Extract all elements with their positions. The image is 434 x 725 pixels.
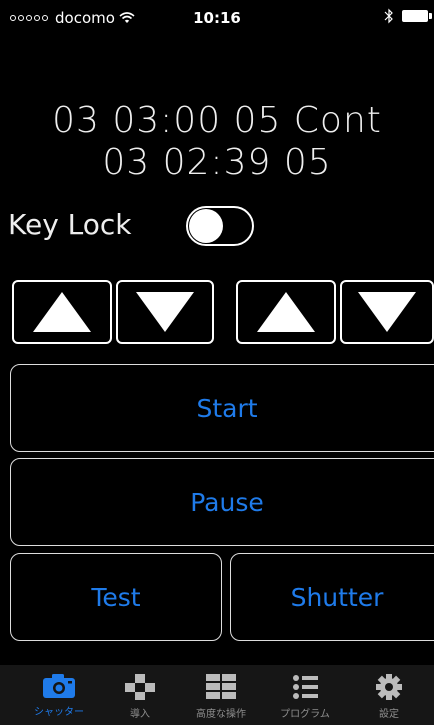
tab-label: シャッター (34, 707, 84, 718)
key-lock-label: Key Lock (8, 208, 132, 241)
shutter-button[interactable]: Shutter (230, 553, 434, 641)
arrow-down-button-2[interactable] (340, 280, 434, 344)
toggle-knob (189, 209, 223, 243)
list-icon (293, 675, 318, 699)
dpad-icon (125, 674, 155, 700)
tab-label: 設定 (379, 709, 399, 720)
triangle-up-icon (33, 292, 91, 332)
status-right (384, 8, 432, 24)
test-button[interactable]: Test (10, 553, 222, 641)
start-button[interactable]: Start (10, 364, 434, 452)
arrow-down-button-1[interactable] (116, 280, 214, 344)
camera-icon (43, 674, 75, 698)
triangle-up-icon (257, 292, 315, 332)
tab-label: プログラム (280, 709, 330, 720)
grid-icon (206, 674, 236, 699)
tab-shutter[interactable]: シャッター (16, 665, 102, 725)
gear-icon (376, 674, 402, 700)
arrow-up-button-1[interactable] (12, 280, 112, 344)
key-lock-toggle[interactable] (186, 206, 254, 246)
triangle-down-icon (358, 292, 416, 332)
battery-icon (402, 10, 432, 22)
timer-display-line2: 03 02:39 05 (102, 142, 332, 183)
timer-display-line1: 03 03:00 05 Cont (52, 100, 382, 141)
tab-bar: シャッター 導入 高度な操作 プログラム 設定 (0, 665, 434, 725)
tab-label: 導入 (130, 709, 150, 720)
tab-setup[interactable]: 導入 (97, 665, 183, 725)
tab-advanced[interactable]: 高度な操作 (178, 665, 264, 725)
bluetooth-icon (384, 8, 393, 24)
tab-program[interactable]: プログラム (262, 665, 348, 725)
pause-button[interactable]: Pause (10, 458, 434, 546)
tab-settings[interactable]: 設定 (346, 665, 432, 725)
arrow-up-button-2[interactable] (236, 280, 336, 344)
tab-label: 高度な操作 (196, 709, 246, 720)
status-bar: docomo 10:16 (0, 0, 434, 36)
status-time: 10:16 (193, 9, 241, 27)
triangle-down-icon (136, 292, 194, 332)
